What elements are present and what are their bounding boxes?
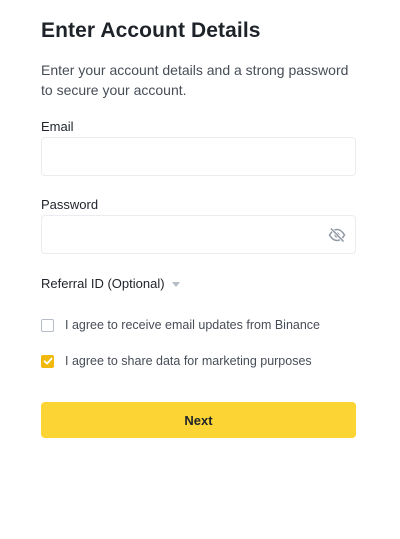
checkmark-icon bbox=[43, 357, 52, 365]
password-label: Password bbox=[41, 197, 99, 212]
marketing-consent-row[interactable]: I agree to share data for marketing purp… bbox=[41, 354, 312, 368]
marketing-consent-checkbox[interactable] bbox=[41, 354, 54, 368]
page-title: Enter Account Details bbox=[41, 19, 261, 42]
eye-slash-icon[interactable] bbox=[328, 226, 346, 244]
email-field[interactable] bbox=[42, 138, 355, 175]
caret-down-icon bbox=[171, 281, 180, 287]
email-updates-label: I agree to receive email updates from Bi… bbox=[65, 318, 320, 332]
email-updates-row[interactable]: I agree to receive email updates from Bi… bbox=[41, 318, 320, 332]
page-subtitle: Enter your account details and a strong … bbox=[41, 62, 349, 98]
referral-label: Referral ID (Optional) bbox=[41, 276, 165, 291]
marketing-consent-label: I agree to share data for marketing purp… bbox=[65, 354, 312, 368]
password-field[interactable] bbox=[42, 216, 355, 253]
email-label: Email bbox=[41, 119, 74, 134]
email-updates-checkbox[interactable] bbox=[41, 318, 54, 332]
referral-toggle[interactable]: Referral ID (Optional) bbox=[41, 276, 180, 291]
email-field-container bbox=[41, 137, 356, 176]
next-button[interactable]: Next bbox=[41, 402, 356, 438]
password-field-container bbox=[41, 215, 356, 254]
